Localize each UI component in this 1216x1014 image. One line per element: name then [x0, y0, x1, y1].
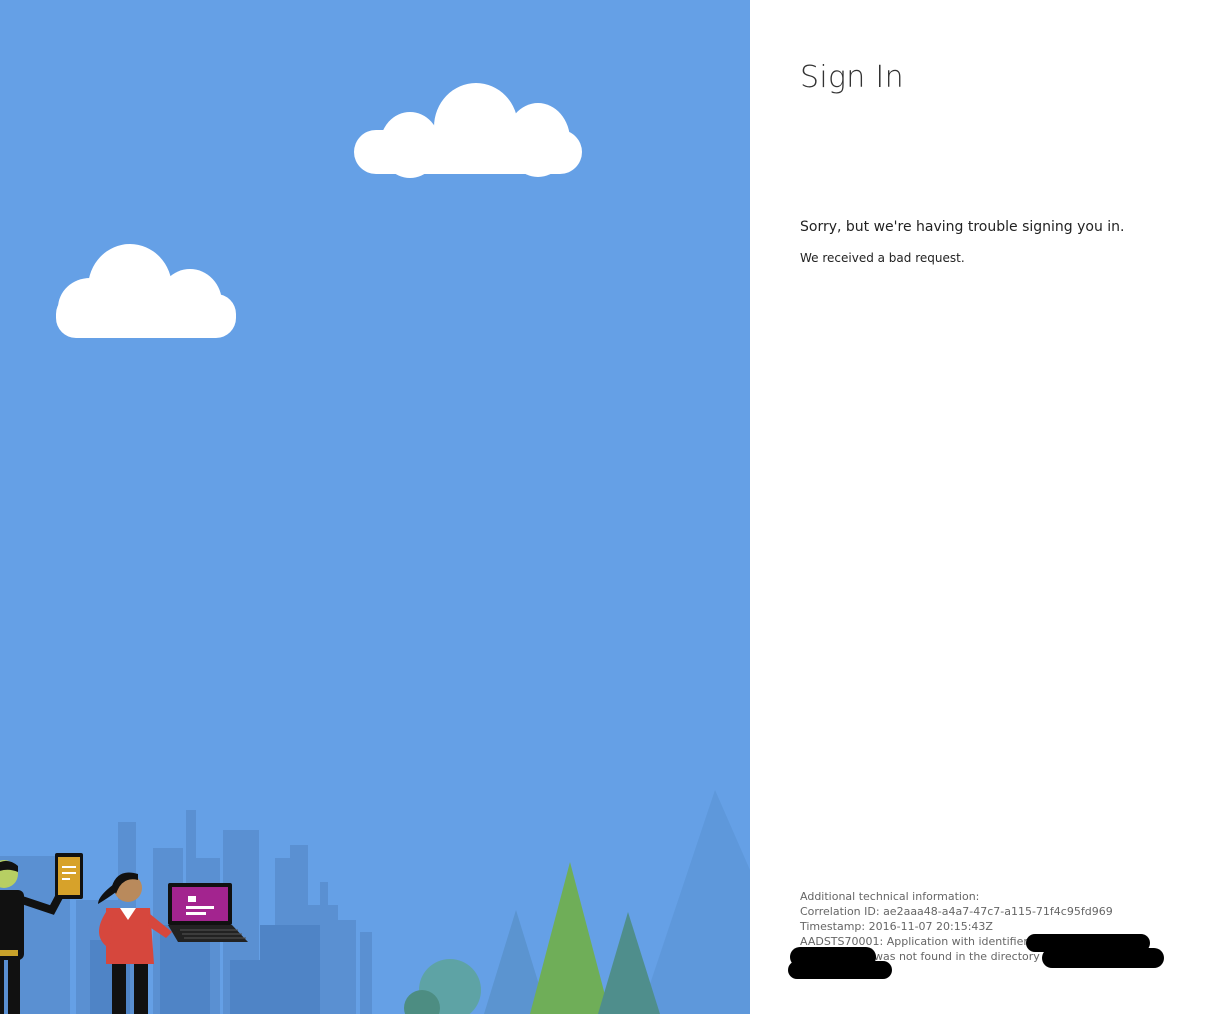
tech-info-heading: Additional technical information:: [800, 890, 980, 903]
timestamp: Timestamp: 2016-11-07 20:15:43Z: [800, 920, 993, 933]
error-detail: We received a bad request.: [800, 251, 965, 265]
correlation-id: Correlation ID: ae2aaa48-a4a7-47c7-a115-…: [800, 905, 1113, 918]
redaction-mark: [788, 961, 892, 979]
cloud-small: [56, 244, 236, 338]
illustration-panel: [0, 0, 750, 1014]
redaction-mark: [1042, 948, 1164, 968]
page-title: Sign In: [800, 60, 904, 95]
cloud-large: [354, 83, 582, 178]
signin-panel: Sign In Sorry, but we're having trouble …: [750, 0, 1216, 1014]
error-message: Sorry, but we're having trouble signing …: [800, 219, 1125, 235]
city-illustration: [0, 83, 750, 1014]
